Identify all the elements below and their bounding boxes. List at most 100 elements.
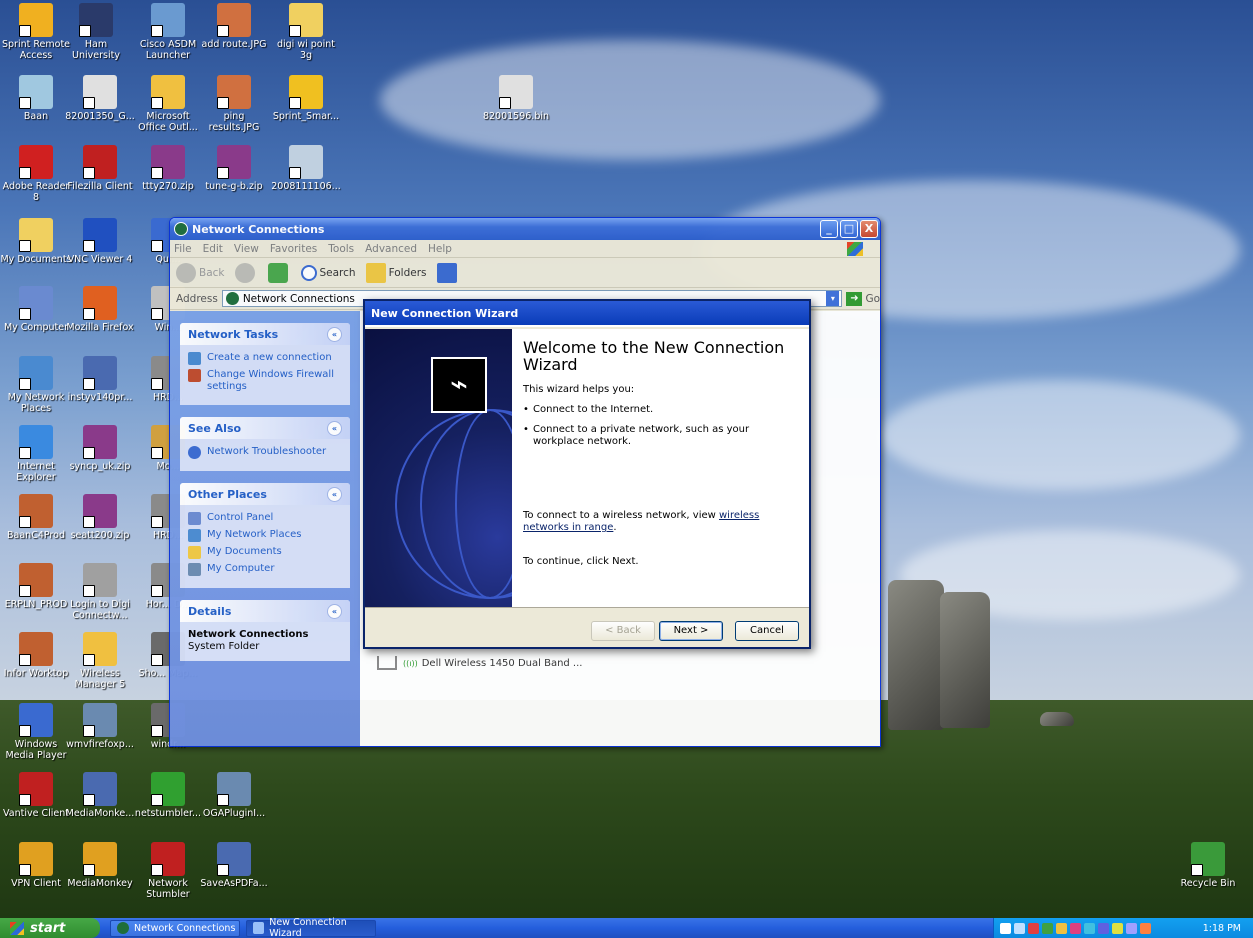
collapse-chevron-icon[interactable]: « bbox=[327, 420, 342, 436]
tray-icon[interactable] bbox=[1098, 922, 1109, 934]
views-button[interactable] bbox=[436, 262, 460, 283]
my-computer-link[interactable]: My Computer bbox=[188, 563, 342, 576]
desktop-icon[interactable]: Network Stumbler bbox=[132, 842, 204, 900]
desktop-icon[interactable]: Wireless Manager 5 bbox=[64, 632, 136, 690]
back-button[interactable]: < Back bbox=[591, 621, 655, 641]
tray-icon[interactable] bbox=[1126, 922, 1137, 934]
desktop-icon[interactable]: SaveAsPDFa... bbox=[198, 842, 270, 889]
menu-file[interactable]: File bbox=[174, 243, 192, 255]
tray-icon[interactable] bbox=[1014, 922, 1025, 934]
create-new-connection-link[interactable]: Create a new connection bbox=[188, 352, 342, 365]
collapse-chevron-icon[interactable]: « bbox=[327, 486, 342, 502]
shortcut-icon bbox=[151, 3, 185, 37]
my-network-places-link[interactable]: My Network Places bbox=[188, 529, 342, 542]
folders-button[interactable]: Folders bbox=[365, 262, 427, 283]
desktop-icon[interactable]: MediaMonke... bbox=[64, 772, 136, 819]
desktop-icon[interactable]: instyv140pr... bbox=[64, 356, 136, 403]
desktop-icon[interactable]: Login to Digi Connectw... bbox=[64, 563, 136, 621]
control-panel-link[interactable]: Control Panel bbox=[188, 512, 342, 525]
collapse-chevron-icon[interactable]: « bbox=[327, 326, 342, 342]
desktop-icon[interactable]: Baan bbox=[0, 75, 72, 122]
desktop-icon[interactable]: 2008111106... bbox=[270, 145, 342, 192]
desktop-icon[interactable]: ERPLN_PROD bbox=[0, 563, 72, 610]
other-places-header[interactable]: Other Places « bbox=[180, 483, 350, 505]
desktop-icon[interactable]: Windows Media Player bbox=[0, 703, 72, 761]
desktop-icon[interactable]: Recycle Bin bbox=[1172, 842, 1244, 889]
desktop-icon[interactable]: seatt200.zip bbox=[64, 494, 136, 541]
desktop-icon[interactable]: Infor Worktop bbox=[0, 632, 72, 679]
desktop-icon[interactable]: My Computer bbox=[0, 286, 72, 333]
back-button[interactable]: Back bbox=[176, 262, 225, 283]
desktop-icon[interactable]: digi wi point 3g bbox=[270, 3, 342, 61]
desktop-icon[interactable]: VPN Client bbox=[0, 842, 72, 889]
taskbar-network-connections[interactable]: Network Connections bbox=[110, 919, 240, 937]
desktop-icon[interactable]: Sprint_Smar... bbox=[270, 75, 342, 122]
address-dropdown-icon[interactable]: ▾ bbox=[826, 291, 840, 306]
forward-button[interactable] bbox=[234, 262, 258, 283]
tray-icon[interactable] bbox=[1056, 922, 1067, 934]
tray-icon[interactable] bbox=[1042, 922, 1053, 934]
desktop-icon[interactable]: netstumbler... bbox=[132, 772, 204, 819]
menu-help[interactable]: Help bbox=[428, 243, 452, 255]
desktop-icon[interactable]: Adobe Reader 8 bbox=[0, 145, 72, 203]
network-tasks-header[interactable]: Network Tasks « bbox=[180, 323, 350, 345]
desktop-icon[interactable]: Cisco ASDM Launcher bbox=[132, 3, 204, 61]
window-titlebar[interactable]: Network Connections _ □ X bbox=[170, 218, 880, 240]
desktop-icon-label: digi wi point 3g bbox=[276, 39, 336, 61]
desktop-icon[interactable]: Filezilla Client bbox=[64, 145, 136, 192]
close-button[interactable]: X bbox=[860, 220, 878, 238]
tray-icon[interactable] bbox=[1140, 922, 1151, 934]
menu-favorites[interactable]: Favorites bbox=[270, 243, 317, 255]
desktop-icon[interactable]: wmvfirefoxp... bbox=[64, 703, 136, 750]
shortcut-icon bbox=[83, 563, 117, 597]
tray-icon[interactable] bbox=[1112, 922, 1123, 934]
see-also-header[interactable]: See Also « bbox=[180, 417, 350, 439]
desktop-icon[interactable]: Vantive Client bbox=[0, 772, 72, 819]
desktop-icon[interactable]: VNC Viewer 4 bbox=[64, 218, 136, 265]
minimize-button[interactable]: _ bbox=[820, 220, 838, 238]
shortcut-icon bbox=[19, 356, 53, 390]
desktop-icon[interactable]: ttty270.zip bbox=[132, 145, 204, 192]
desktop-icon[interactable]: BaanC4Prod bbox=[0, 494, 72, 541]
start-button[interactable]: start bbox=[0, 918, 100, 938]
maximize-button[interactable]: □ bbox=[840, 220, 858, 238]
desktop-icon[interactable]: syncp_uk.zip bbox=[64, 425, 136, 472]
desktop-icon[interactable]: 82001596.bin bbox=[480, 75, 552, 122]
new-connection-wizard-dialog[interactable]: New Connection Wizard ⌁ Welcome to the N… bbox=[363, 299, 811, 649]
desktop-icon[interactable]: tune-g-b.zip bbox=[198, 145, 270, 192]
go-button[interactable]: ➜ Go bbox=[846, 291, 880, 306]
wireless-connection-item[interactable]: ((ı)) Dell Wireless 1450 Dual Band ... bbox=[377, 656, 582, 670]
menu-advanced[interactable]: Advanced bbox=[365, 243, 417, 255]
desktop-icon[interactable]: OGAPluginI... bbox=[198, 772, 270, 819]
menu-tools[interactable]: Tools bbox=[328, 243, 354, 255]
desktop-icon[interactable]: My Network Places bbox=[0, 356, 72, 414]
taskbar-new-connection-wizard[interactable]: New Connection Wizard bbox=[246, 917, 376, 938]
change-firewall-link[interactable]: Change Windows Firewall settings bbox=[188, 369, 342, 393]
desktop-icon[interactable]: Ham University bbox=[60, 3, 132, 61]
desktop-icon[interactable]: MediaMonkey bbox=[64, 842, 136, 889]
menu-edit[interactable]: Edit bbox=[203, 243, 223, 255]
clock[interactable]: 1:18 PM bbox=[1203, 923, 1241, 934]
menu-view[interactable]: View bbox=[234, 243, 259, 255]
tray-icon[interactable] bbox=[1084, 922, 1095, 934]
my-documents-link[interactable]: My Documents bbox=[188, 546, 342, 559]
desktop-icon[interactable]: Microsoft Office Outl... bbox=[132, 75, 204, 133]
network-troubleshooter-link[interactable]: Network Troubleshooter bbox=[188, 446, 342, 459]
help-tray-icon[interactable] bbox=[1000, 922, 1011, 934]
desktop-icon[interactable]: Internet Explorer bbox=[0, 425, 72, 483]
tray-icon[interactable] bbox=[1070, 922, 1081, 934]
up-folder-button[interactable] bbox=[267, 262, 291, 283]
details-header[interactable]: Details « bbox=[180, 600, 350, 622]
desktop-icon-label: My Documents bbox=[0, 254, 72, 265]
desktop-icon[interactable]: Mozilla Firefox bbox=[64, 286, 136, 333]
desktop-icon[interactable]: 82001350_G... bbox=[64, 75, 136, 122]
collapse-chevron-icon[interactable]: « bbox=[327, 603, 342, 619]
cancel-button[interactable]: Cancel bbox=[735, 621, 799, 641]
desktop-icon[interactable]: My Documents bbox=[0, 218, 72, 265]
search-button[interactable]: Search bbox=[300, 264, 356, 281]
tray-icon[interactable] bbox=[1028, 922, 1039, 934]
wizard-titlebar[interactable]: New Connection Wizard bbox=[365, 301, 809, 327]
desktop-icon[interactable]: add route.JPG bbox=[198, 3, 270, 50]
next-button[interactable]: Next > bbox=[659, 621, 723, 641]
desktop-icon[interactable]: ping results.JPG bbox=[198, 75, 270, 133]
